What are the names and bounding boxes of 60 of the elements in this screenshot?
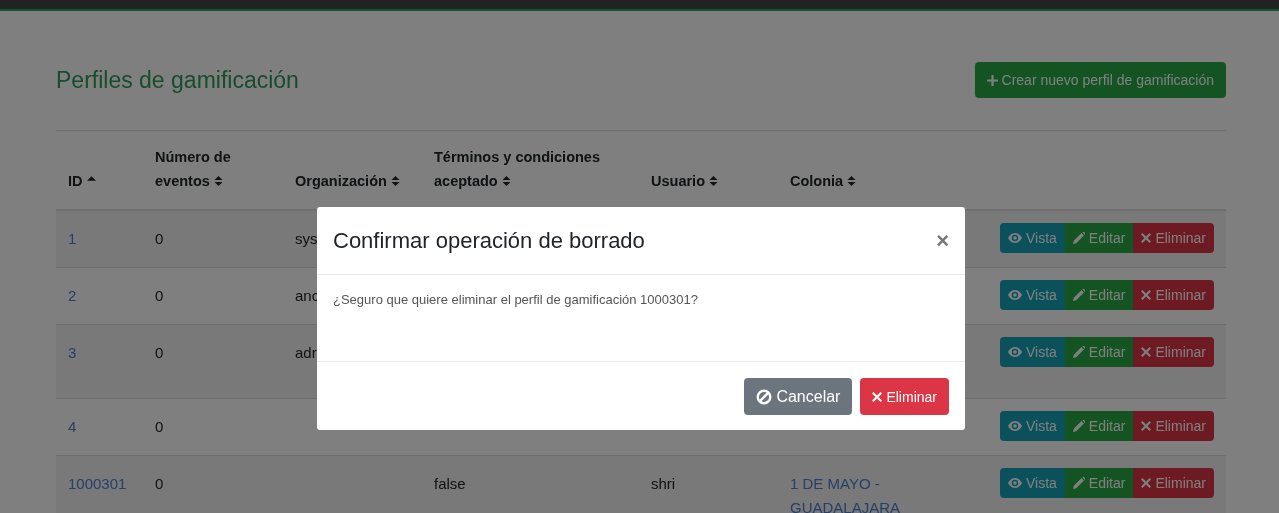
pencil-icon — [1072, 346, 1085, 358]
x-icon — [1141, 421, 1152, 431]
table-cell: shri — [651, 475, 676, 492]
edit-button[interactable]: Editar — [1064, 468, 1134, 498]
column-header[interactable]: ID — [68, 169, 96, 193]
pencil-icon — [1072, 420, 1085, 432]
delete-button[interactable]: Eliminar — [1133, 411, 1214, 441]
edit-button[interactable]: Editar — [1064, 280, 1134, 310]
eye-icon — [1007, 347, 1022, 357]
table-cell: adr — [295, 344, 317, 361]
x-icon — [872, 391, 883, 402]
table-link[interactable]: 1 — [68, 227, 77, 251]
table-cell: anc — [295, 287, 320, 304]
dialog-message: ¿Seguro que quiere eliminar el perfil de gamificación 1000301? — [333, 292, 699, 307]
x-icon — [1141, 290, 1152, 300]
pencil-icon — [1072, 477, 1085, 489]
edit-button[interactable]: Editar — [1064, 337, 1134, 367]
column-header[interactable]: Organización — [295, 169, 400, 193]
view-button[interactable]: Vista — [999, 223, 1065, 253]
delete-button[interactable]: Eliminar — [1133, 468, 1214, 498]
plus-icon — [986, 74, 998, 86]
table-cell: 0 — [155, 344, 164, 361]
column-header[interactable]: Usuario — [651, 169, 718, 193]
delete-button[interactable]: Eliminar — [1133, 223, 1214, 253]
view-button[interactable]: Vista — [999, 468, 1065, 498]
eye-icon — [1007, 233, 1022, 243]
table-cell: 0 — [155, 230, 164, 247]
table-link[interactable]: 4 — [68, 415, 77, 439]
view-button[interactable]: Vista — [999, 411, 1065, 441]
view-button[interactable]: Vista — [999, 280, 1065, 310]
pencil-icon — [1072, 289, 1085, 301]
edit-button[interactable]: Editar — [1064, 411, 1134, 441]
eye-icon — [1007, 290, 1022, 300]
x-icon — [1141, 478, 1152, 488]
eye-icon — [1007, 478, 1022, 488]
page-title: Perfiles de gamificación — [56, 66, 299, 94]
delete-button[interactable]: Eliminar — [1133, 337, 1214, 367]
table-cell: 0 — [155, 475, 164, 492]
edit-button[interactable]: Editar — [1064, 223, 1134, 253]
table-cell: sys — [295, 230, 318, 247]
delete-button[interactable]: Eliminar — [1133, 280, 1214, 310]
pencil-icon — [1072, 232, 1085, 244]
table-link[interactable]: 3 — [68, 341, 77, 365]
table-link[interactable]: 2 — [68, 284, 77, 308]
delete-button[interactable]: Eliminar — [860, 378, 949, 415]
ban-icon — [756, 388, 773, 405]
dialog-title: Confirmar operación de borrado — [333, 227, 645, 254]
view-button[interactable]: Vista — [999, 337, 1065, 367]
table-cell: 0 — [155, 287, 164, 304]
x-icon — [1141, 233, 1152, 243]
eye-icon — [1007, 421, 1022, 431]
create-button[interactable]: Crear nuevo perfil de gamificación — [974, 62, 1226, 98]
close-button[interactable]: × — [936, 227, 949, 254]
x-icon — [1141, 347, 1152, 357]
column-header[interactable]: Número de eventos — [155, 145, 271, 193]
table-cell: false — [434, 475, 466, 492]
column-header[interactable]: Términos y condiciones aceptado — [434, 145, 627, 193]
table-cell: 0 — [155, 418, 164, 435]
column-header[interactable]: Colonia — [790, 169, 857, 193]
cancel-button[interactable]: Cancelar — [744, 378, 853, 415]
